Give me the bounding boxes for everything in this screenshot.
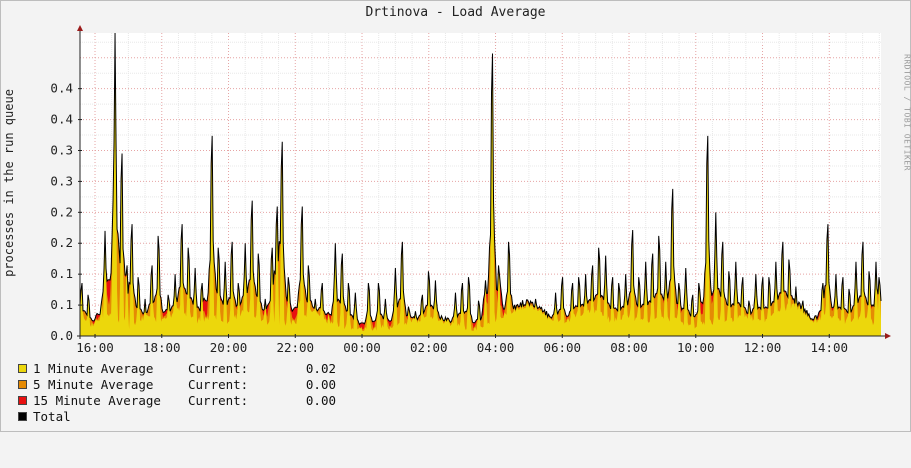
legend-item-total: Total <box>18 409 33 425</box>
legend-swatch-15min <box>18 396 27 405</box>
legend-label-total: Total <box>33 409 71 424</box>
y-axis-label: processes in the run queue <box>2 83 16 283</box>
y-tick-label: 0.4 <box>50 81 73 96</box>
legend-label-5min: 5 Minute Average <box>33 377 153 392</box>
legend-label-15min: 15 Minute Average <box>33 393 161 408</box>
legend-current-value-1min: 0.02 <box>284 361 336 376</box>
x-tick-label: 10:00 <box>677 340 715 355</box>
x-tick-label: 02:00 <box>410 340 448 355</box>
legend-label-1min: 1 Minute Average <box>33 361 153 376</box>
legend-current-value-15min: 0.00 <box>284 393 336 408</box>
x-tick-label: 20:00 <box>210 340 248 355</box>
legend-current-value-5min: 0.00 <box>284 377 336 392</box>
rrdtool-credit: RRDTOOL / TOBI OETIKER <box>903 28 911 198</box>
plot-area <box>80 33 881 336</box>
y-axis-arrow <box>77 25 83 31</box>
legend-current-label-15min: Current: <box>188 393 248 408</box>
y-tick-label: 0.2 <box>50 235 73 250</box>
x-tick-label: 08:00 <box>610 340 648 355</box>
y-tick-label: 0.1 <box>50 297 73 312</box>
x-tick-label: 04:00 <box>477 340 515 355</box>
x-tick-label: 22:00 <box>276 340 314 355</box>
x-axis-arrow <box>885 333 891 339</box>
x-tick-label: 12:00 <box>744 340 782 355</box>
y-tick-label: 0.3 <box>50 142 73 157</box>
legend-item-1min: 1 Minute Average Current: 0.02 <box>18 361 33 377</box>
chart-title: Drtinova - Load Average <box>0 5 911 20</box>
y-tick-label: 0.3 <box>50 173 73 188</box>
y-tick-labels: 0.0 0.1 0.1 0.2 0.2 0.3 0.3 0.4 0.4 <box>50 81 82 343</box>
x-tick-label: 14:00 <box>810 340 848 355</box>
x-tick-labels: 16:00 18:00 20:00 22:00 00:00 02:00 04:00 06:00… <box>76 334 848 355</box>
y-tick-label: 0.0 <box>50 328 73 343</box>
x-tick-label: 16:00 <box>76 340 114 355</box>
legend-swatch-total <box>18 412 27 421</box>
legend-swatch-5min <box>18 380 27 389</box>
x-tick-label: 00:00 <box>343 340 381 355</box>
y-tick-label: 0.1 <box>50 266 73 281</box>
legend-current-label-1min: Current: <box>188 361 248 376</box>
legend-item-15min: 15 Minute Average Current: 0.00 <box>18 393 33 409</box>
y-tick-label: 0.4 <box>50 112 73 127</box>
legend-current-label-5min: Current: <box>188 377 248 392</box>
legend-swatch-1min <box>18 364 27 373</box>
legend-item-5min: 5 Minute Average Current: 0.00 <box>18 377 33 393</box>
y-tick-label: 0.2 <box>50 204 73 219</box>
x-tick-label: 18:00 <box>143 340 181 355</box>
x-tick-label: 06:00 <box>543 340 581 355</box>
